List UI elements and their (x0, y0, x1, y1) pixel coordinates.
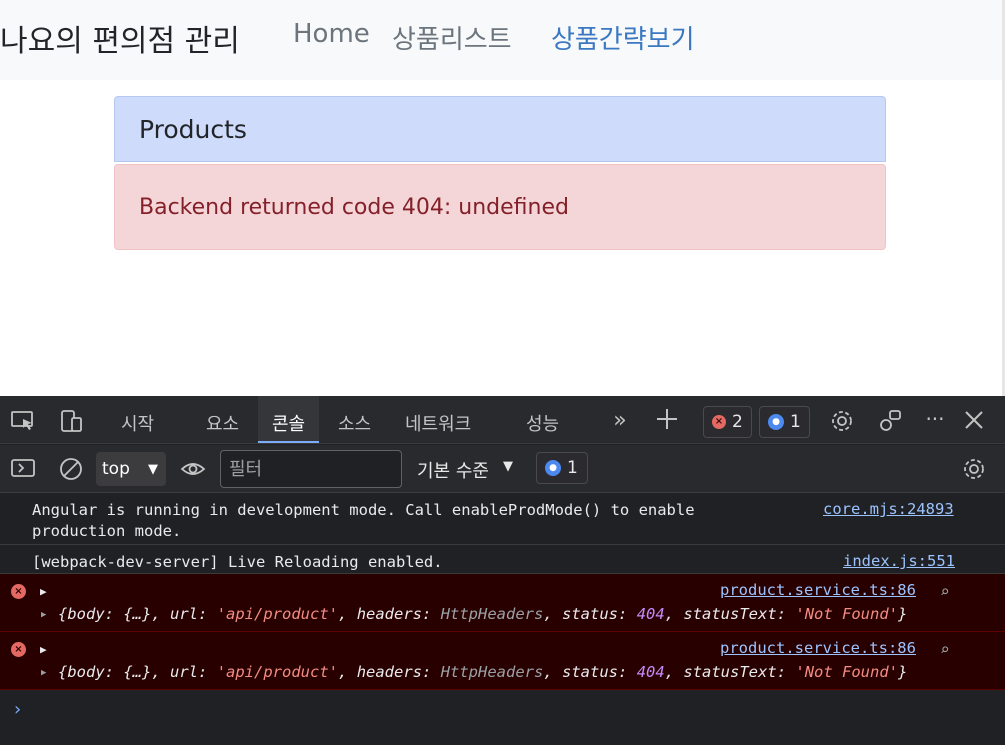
expand-triangle-icon[interactable]: ▶ (40, 585, 47, 598)
device-toggle-icon[interactable] (58, 409, 84, 433)
sidebar-toggle-icon[interactable] (10, 457, 36, 479)
devtools-tab-bar: 시작 요소 콘솔 소스 네트워크 성능 » × 2 ● 1 ··· (0, 396, 1005, 444)
expand-triangle-icon[interactable]: ▶ (41, 668, 46, 678)
log-source-link[interactable]: index.js:551 (843, 552, 955, 570)
error-alert-message: Backend returned code 404: undefined (139, 195, 569, 220)
nav-link-product-brief[interactable]: 상품간략보기 (551, 19, 695, 56)
devtools-panel: 시작 요소 콘솔 소스 네트워크 성능 » × 2 ● 1 ··· top ▼ … (0, 396, 1005, 745)
message-count: 1 (790, 412, 801, 432)
customize-icon[interactable] (877, 408, 903, 434)
error-object: {body: {…}, url: 'api/product', headers:… (58, 663, 908, 681)
settings-icon[interactable] (829, 408, 855, 434)
console-toolbar: top ▼ 기본 수준 ▼ ● 1 (0, 445, 1005, 493)
log-level-select[interactable]: 기본 수준 (417, 457, 489, 483)
error-icon: × (11, 642, 26, 657)
inspect-icon[interactable] (10, 410, 36, 432)
error-count-badge[interactable]: × 2 (703, 406, 752, 438)
chevron-down-icon: ▼ (503, 459, 513, 474)
message-icon: ● (768, 414, 784, 430)
nav-link-product-list[interactable]: 상품리스트 (392, 19, 512, 56)
more-options-icon[interactable]: ··· (922, 406, 948, 432)
log-message: Angular is running in development mode. … (32, 501, 704, 540)
clear-console-icon[interactable] (58, 456, 84, 482)
web-page: 나요의 편의점 관리 Home 상품리스트 상품간략보기 Products Ba… (0, 0, 1005, 396)
nav-link-home[interactable]: Home (293, 19, 370, 49)
tab-elements[interactable]: 요소 (206, 410, 239, 436)
console-prompt-icon[interactable]: › (12, 699, 23, 720)
close-icon[interactable] (962, 408, 986, 432)
issues-badge[interactable]: ● 1 (536, 452, 588, 484)
error-alert: Backend returned code 404: undefined (114, 164, 886, 250)
filter-input[interactable] (220, 450, 402, 488)
settings-icon[interactable] (961, 456, 987, 482)
context-select[interactable]: top ▼ (96, 452, 166, 486)
error-log-row: × ▶ product.service.ts:86 ⌕ ▶ {body: {…}… (0, 632, 1005, 690)
search-icon[interactable]: ⌕ (940, 582, 950, 601)
log-source-link[interactable]: product.service.ts:86 (720, 639, 916, 657)
tab-console[interactable]: 콘솔 (258, 396, 320, 443)
tab-performance[interactable]: 성능 (526, 410, 559, 436)
log-source-link[interactable]: core.mjs:24893 (823, 500, 954, 518)
tab-network[interactable]: 네트워크 (405, 410, 471, 436)
console-log: Angular is running in development mode. … (0, 493, 1005, 745)
message-count-badge[interactable]: ● 1 (759, 406, 810, 438)
log-row: [webpack-dev-server] Live Reloading enab… (0, 545, 1005, 574)
message-icon: ● (545, 460, 561, 476)
error-icon: × (11, 584, 26, 599)
expand-triangle-icon[interactable]: ▶ (40, 643, 47, 656)
products-panel-header: Products (114, 96, 886, 162)
issues-count: 1 (567, 458, 578, 478)
navbar: 나요의 편의점 관리 Home 상품리스트 상품간략보기 (0, 0, 1005, 80)
add-tab-icon[interactable] (655, 407, 679, 431)
log-row: Angular is running in development mode. … (0, 493, 1005, 545)
live-expression-icon[interactable] (180, 457, 206, 481)
search-icon[interactable]: ⌕ (940, 640, 950, 659)
error-log-row: × ▶ product.service.ts:86 ⌕ ▶ {body: {…}… (0, 574, 1005, 632)
tab-welcome[interactable]: 시작 (121, 410, 154, 436)
error-count: 2 (732, 412, 743, 432)
error-icon: × (712, 415, 726, 429)
more-tabs-icon[interactable]: » (609, 408, 631, 433)
error-object: {body: {…}, url: 'api/product', headers:… (58, 605, 908, 623)
log-source-link[interactable]: product.service.ts:86 (720, 581, 916, 599)
chevron-down-icon: ▼ (148, 461, 158, 477)
panel-title: Products (139, 115, 247, 144)
navbar-brand[interactable]: 나요의 편의점 관리 (0, 16, 240, 60)
expand-triangle-icon[interactable]: ▶ (41, 610, 46, 620)
log-message: [webpack-dev-server] Live Reloading enab… (32, 553, 443, 571)
context-value: top (102, 459, 130, 479)
tab-sources[interactable]: 소스 (338, 410, 371, 436)
